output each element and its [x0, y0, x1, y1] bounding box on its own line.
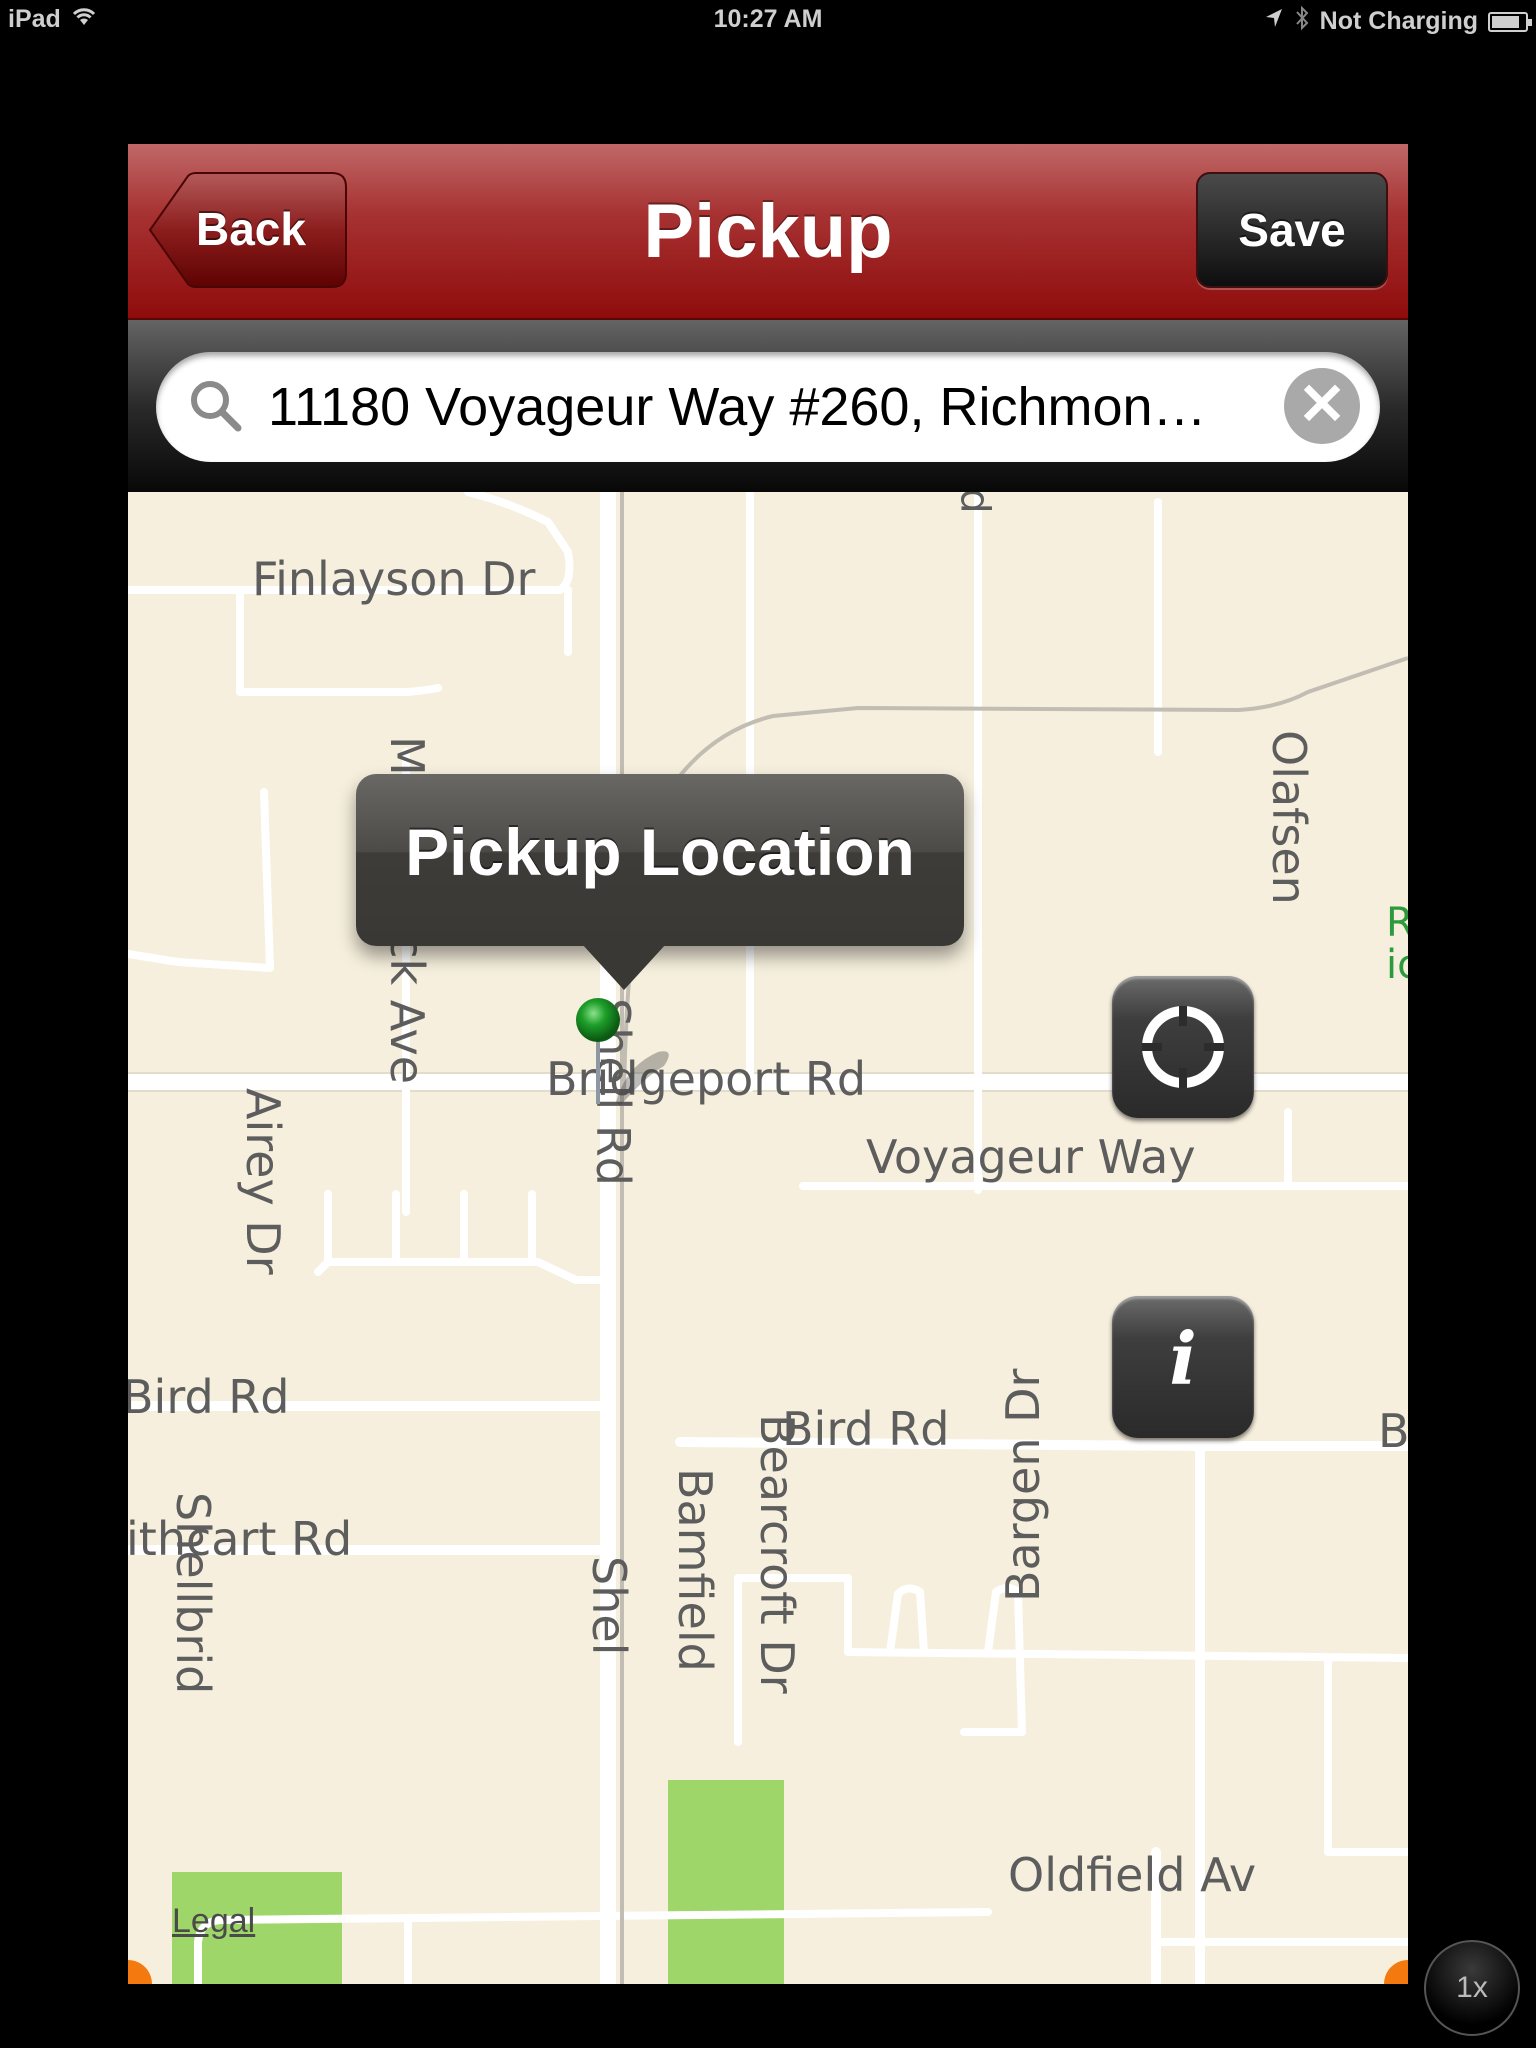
address-search-input[interactable]: 11180 Voyageur Way #260, Richmon… ✕ — [156, 352, 1380, 462]
navigation-bar: Back Pickup Save — [128, 144, 1408, 320]
street-label-bird-right: Bi — [1378, 1404, 1408, 1458]
map-view[interactable]: Finlayson Dr d McKessock Ave Airey Dr Br… — [128, 492, 1408, 1984]
street-label-bird-center: Bird Rd — [782, 1402, 950, 1456]
street-label-oldfield: Oldfield Av — [1008, 1848, 1257, 1902]
street-label-cathcart: ithcart Rd — [128, 1512, 353, 1566]
search-bar: 11180 Voyageur Way #260, Richmon… ✕ — [128, 320, 1408, 492]
street-label-bird-left: Bird Rd — [128, 1370, 290, 1424]
pin-callout[interactable]: Pickup Location — [356, 774, 964, 946]
street-label-bamfield: Bamfield — [668, 1468, 722, 1672]
location-pin[interactable] — [566, 996, 686, 1146]
street-label-shellbridge: Shellbrid — [166, 1492, 220, 1695]
street-label-partial-top: d — [951, 492, 998, 514]
street-label-olafsen: Olafsen — [1262, 730, 1316, 905]
location-arrow-icon — [1264, 7, 1284, 36]
street-label-shell-bottom: Shel — [582, 1556, 636, 1656]
info-icon: i — [1169, 1316, 1197, 1401]
app-window: Back Pickup Save 11180 Voyageur Way #260… — [128, 144, 1408, 1984]
save-button[interactable]: Save — [1196, 172, 1388, 288]
bluetooth-icon — [1294, 5, 1310, 38]
crosshair-icon — [1142, 1006, 1224, 1088]
search-icon — [186, 376, 246, 436]
clear-icon[interactable]: ✕ — [1284, 368, 1360, 444]
callout-tail — [582, 944, 666, 990]
address-search-value[interactable]: 11180 Voyageur Way #260, Richmon… — [268, 376, 1207, 438]
status-bar: iPad 10:27 AM Not Charging — [0, 0, 1536, 40]
battery-icon — [1488, 11, 1532, 32]
info-button[interactable]: i — [1112, 1296, 1254, 1438]
street-label-bearcroft: Bearcroft Dr — [750, 1414, 804, 1694]
legal-link[interactable]: Legal — [172, 1902, 255, 1941]
street-label-finlayson: Finlayson Dr — [252, 552, 536, 606]
charging-status: Not Charging — [1319, 7, 1478, 35]
street-label-bargen: Bargen Dr — [996, 1368, 1050, 1602]
street-label-voyageur: Voyageur Way — [866, 1130, 1196, 1184]
street-label-airey: Airey Dr — [236, 1088, 290, 1275]
street-label-green-partial: Ri ic — [1386, 900, 1408, 988]
road-network — [128, 492, 1408, 1984]
compatibility-zoom-button[interactable]: 1x — [1424, 1940, 1520, 2036]
locate-button[interactable] — [1112, 976, 1254, 1118]
